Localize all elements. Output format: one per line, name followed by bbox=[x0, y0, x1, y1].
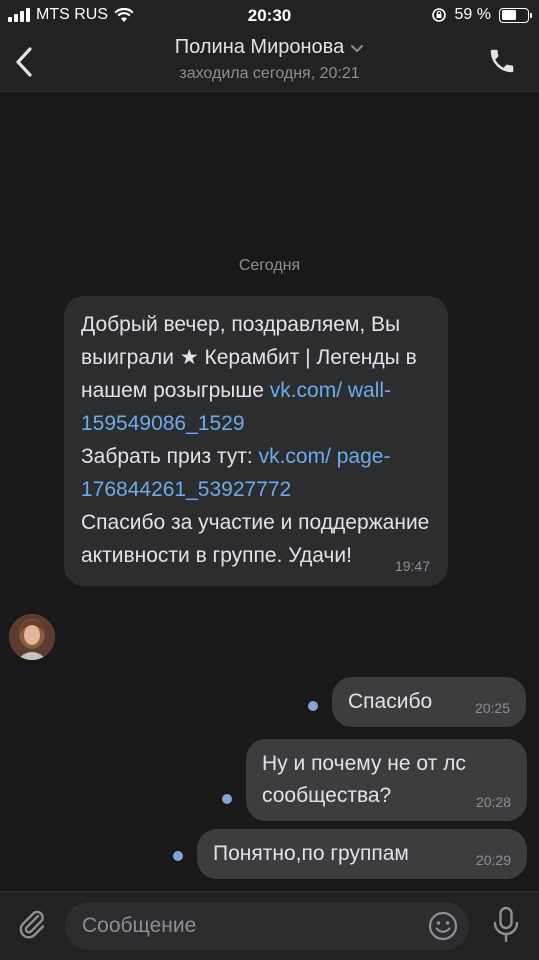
message-list[interactable]: Сегодня Добрый вечер, поздравляем, Вы вы… bbox=[0, 93, 539, 891]
microphone-icon[interactable] bbox=[491, 906, 521, 944]
unread-indicator bbox=[222, 794, 232, 804]
message-text-part: Забрать приз тут: bbox=[81, 445, 259, 468]
message-time: 19:47 bbox=[394, 558, 430, 574]
outgoing-message[interactable]: Ну и почему не от лс сообщества? 20:28 bbox=[246, 739, 527, 821]
message-input-placeholder: Сообщение bbox=[82, 914, 197, 937]
orientation-lock-icon bbox=[431, 8, 446, 22]
message-time: 20:25 bbox=[474, 700, 510, 716]
message-input[interactable]: Сообщение bbox=[65, 902, 469, 950]
message-time: 20:29 bbox=[475, 852, 511, 868]
battery-percent: 59 % bbox=[454, 6, 491, 23]
chevron-left-icon[interactable] bbox=[10, 44, 38, 80]
outgoing-message[interactable]: Понятно,по группам 20:29 bbox=[197, 829, 527, 879]
battery-icon bbox=[499, 7, 532, 23]
contact-info[interactable]: Полина Миронова заходила сегодня, 20:21 bbox=[90, 36, 449, 83]
incoming-message[interactable]: Добрый вечер, поздравляем, Вы выиграли ★… bbox=[64, 296, 448, 586]
paperclip-icon[interactable] bbox=[14, 906, 50, 942]
chat-header: Полина Миронова заходила сегодня, 20:21 bbox=[0, 32, 539, 92]
composer: Сообщение bbox=[0, 891, 539, 960]
message-text: Добрый вечер, поздравляем, Вы выиграли ★… bbox=[81, 308, 432, 572]
phone-icon[interactable] bbox=[487, 46, 517, 76]
avatar-image bbox=[9, 614, 55, 660]
chevron-down-icon bbox=[351, 44, 364, 52]
avatar[interactable] bbox=[9, 614, 55, 660]
message-time: 20:28 bbox=[475, 794, 511, 810]
last-seen: заходила сегодня, 20:21 bbox=[179, 65, 360, 82]
message-text-part: Спасибо за участие и поддержание активно… bbox=[81, 511, 436, 567]
unread-indicator bbox=[173, 851, 183, 861]
unread-indicator bbox=[308, 701, 318, 711]
status-right: 59 % bbox=[431, 6, 532, 24]
date-separator: Сегодня bbox=[238, 257, 301, 274]
status-bar: MTS RUS 20:30 59 % bbox=[0, 0, 539, 32]
outgoing-message[interactable]: Спасибо 20:25 bbox=[332, 677, 526, 727]
contact-name: Полина Миронова bbox=[174, 36, 345, 58]
message-text: Ну и почему не от лс сообщества? bbox=[262, 752, 472, 807]
message-text: Понятно,по группам bbox=[213, 842, 409, 865]
contact-name-button[interactable]: Полина Миронова bbox=[175, 36, 364, 59]
smiley-icon[interactable] bbox=[427, 910, 459, 942]
